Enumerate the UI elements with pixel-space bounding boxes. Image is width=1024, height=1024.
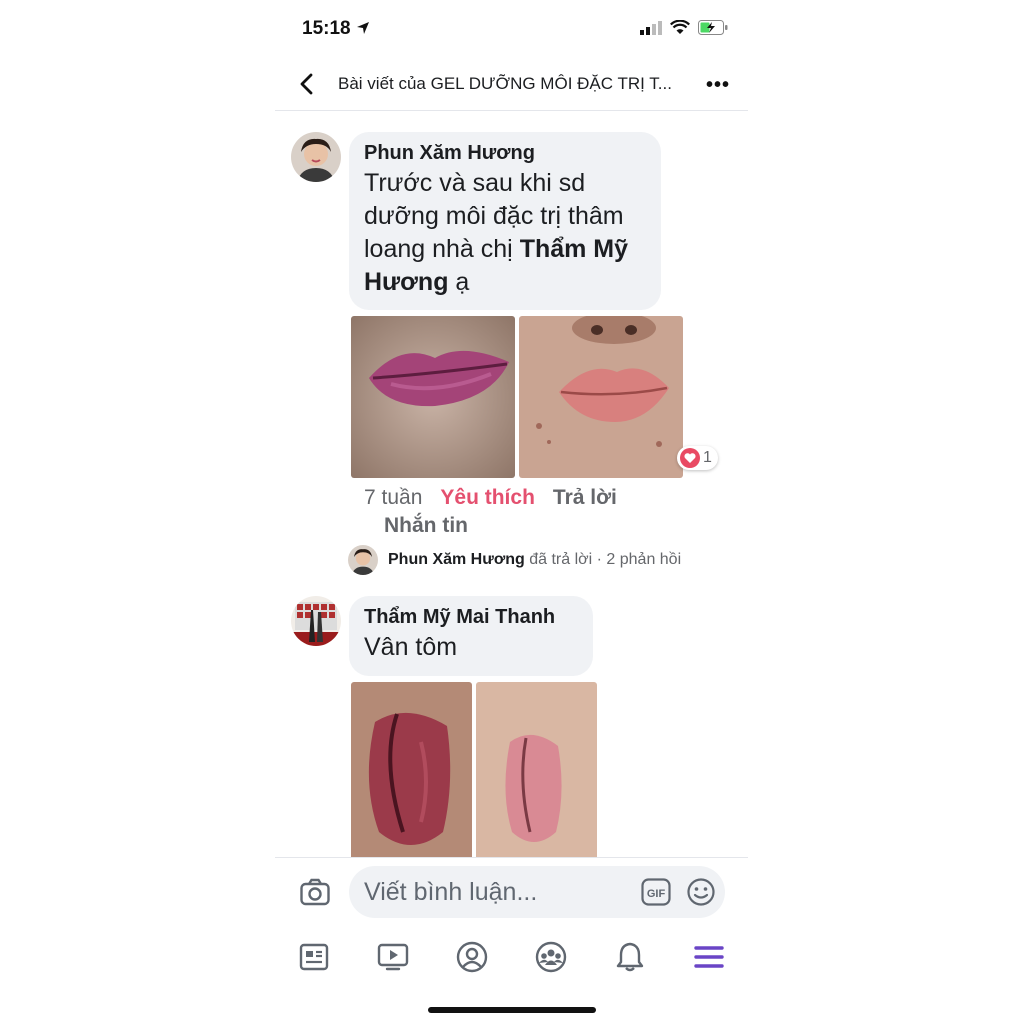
chevron-left-icon[interactable] [295, 72, 319, 96]
comment-actions: 7 tuần Yêu thích Trả lời [364, 484, 617, 511]
reaction-number: 1 [703, 449, 712, 466]
tab-groups[interactable] [531, 937, 571, 977]
comment-text: Vân tôm [364, 633, 458, 661]
comment-input[interactable]: Viết bình luận... GIF [349, 866, 725, 918]
location-arrow-icon [356, 22, 369, 34]
signal-icon [640, 20, 662, 35]
reaction-count[interactable]: 1 [677, 446, 718, 470]
gif-icon[interactable]: GIF [641, 878, 671, 906]
battery-icon [698, 20, 728, 35]
comment-text-tail: ạ [448, 268, 470, 296]
groups-icon [535, 941, 567, 973]
reply-count: · 2 phản hồi [596, 551, 682, 568]
comment-bubble: Thẩm Mỹ Mai Thanh Vân tôm [349, 596, 593, 676]
tab-notifications[interactable] [610, 937, 650, 977]
tab-profile[interactable] [452, 937, 492, 977]
svg-text:GIF: GIF [647, 888, 666, 900]
reply-author: Phun Xăm Hương [388, 551, 525, 568]
home-indicator[interactable] [428, 1007, 596, 1013]
video-icon [378, 943, 409, 971]
comment-author[interactable]: Phun Xăm Hương [364, 142, 646, 165]
comment-photo-after[interactable] [519, 316, 683, 478]
comment-author[interactable]: Thẩm Mỹ Mai Thanh [364, 606, 578, 629]
message-button[interactable]: Nhắn tin [384, 512, 468, 539]
replies-summary[interactable]: Phun Xăm Hương đã trả lời · 2 phản hồi [348, 545, 681, 575]
bottom-tab-bar [275, 927, 748, 987]
menu-icon [693, 946, 724, 968]
news-feed-icon [300, 943, 329, 971]
tab-news-feed[interactable] [294, 937, 334, 977]
wifi-icon [670, 20, 690, 34]
profile-icon [456, 941, 488, 973]
tab-menu[interactable] [689, 937, 729, 977]
more-horizontal-icon[interactable]: ••• [706, 74, 730, 97]
camera-icon[interactable] [300, 878, 330, 906]
reply-avatar [348, 545, 378, 575]
comment-photo-before[interactable] [351, 316, 515, 478]
status-time: 15:18 [302, 18, 370, 40]
phone-screen: 15:18 Bài viết của GEL DƯỠNG MÔI ĐẶC TRỊ… [275, 0, 748, 1024]
avatar[interactable] [291, 596, 341, 646]
notifications-icon [616, 942, 643, 972]
reply-action: đã trả lời [529, 551, 593, 568]
post-header: Bài viết của GEL DƯỠNG MÔI ĐẶC TRỊ T... … [275, 58, 748, 111]
heart-reaction-icon [680, 448, 700, 468]
reply-button[interactable]: Trả lời [553, 486, 617, 509]
comment-text: Trước và sau khi sd dưỡng môi đặc trị th… [364, 167, 646, 299]
comment-photo-after[interactable] [476, 682, 597, 860]
emoji-icon[interactable] [687, 878, 715, 906]
tab-video[interactable] [373, 937, 413, 977]
avatar[interactable] [291, 132, 341, 182]
status-icons [640, 20, 728, 35]
comment-composer: Viết bình luận... GIF [275, 857, 748, 928]
like-button[interactable]: Yêu thích [440, 486, 535, 509]
comment-bubble: Phun Xăm Hương Trước và sau khi sd dưỡng… [349, 132, 661, 310]
page-title: Bài viết của GEL DƯỠNG MÔI ĐẶC TRỊ T... [338, 74, 672, 93]
comment-time: 7 tuần [364, 486, 423, 509]
comment-photo-before[interactable] [351, 682, 472, 860]
comment-input-placeholder: Viết bình luận... [364, 878, 538, 906]
